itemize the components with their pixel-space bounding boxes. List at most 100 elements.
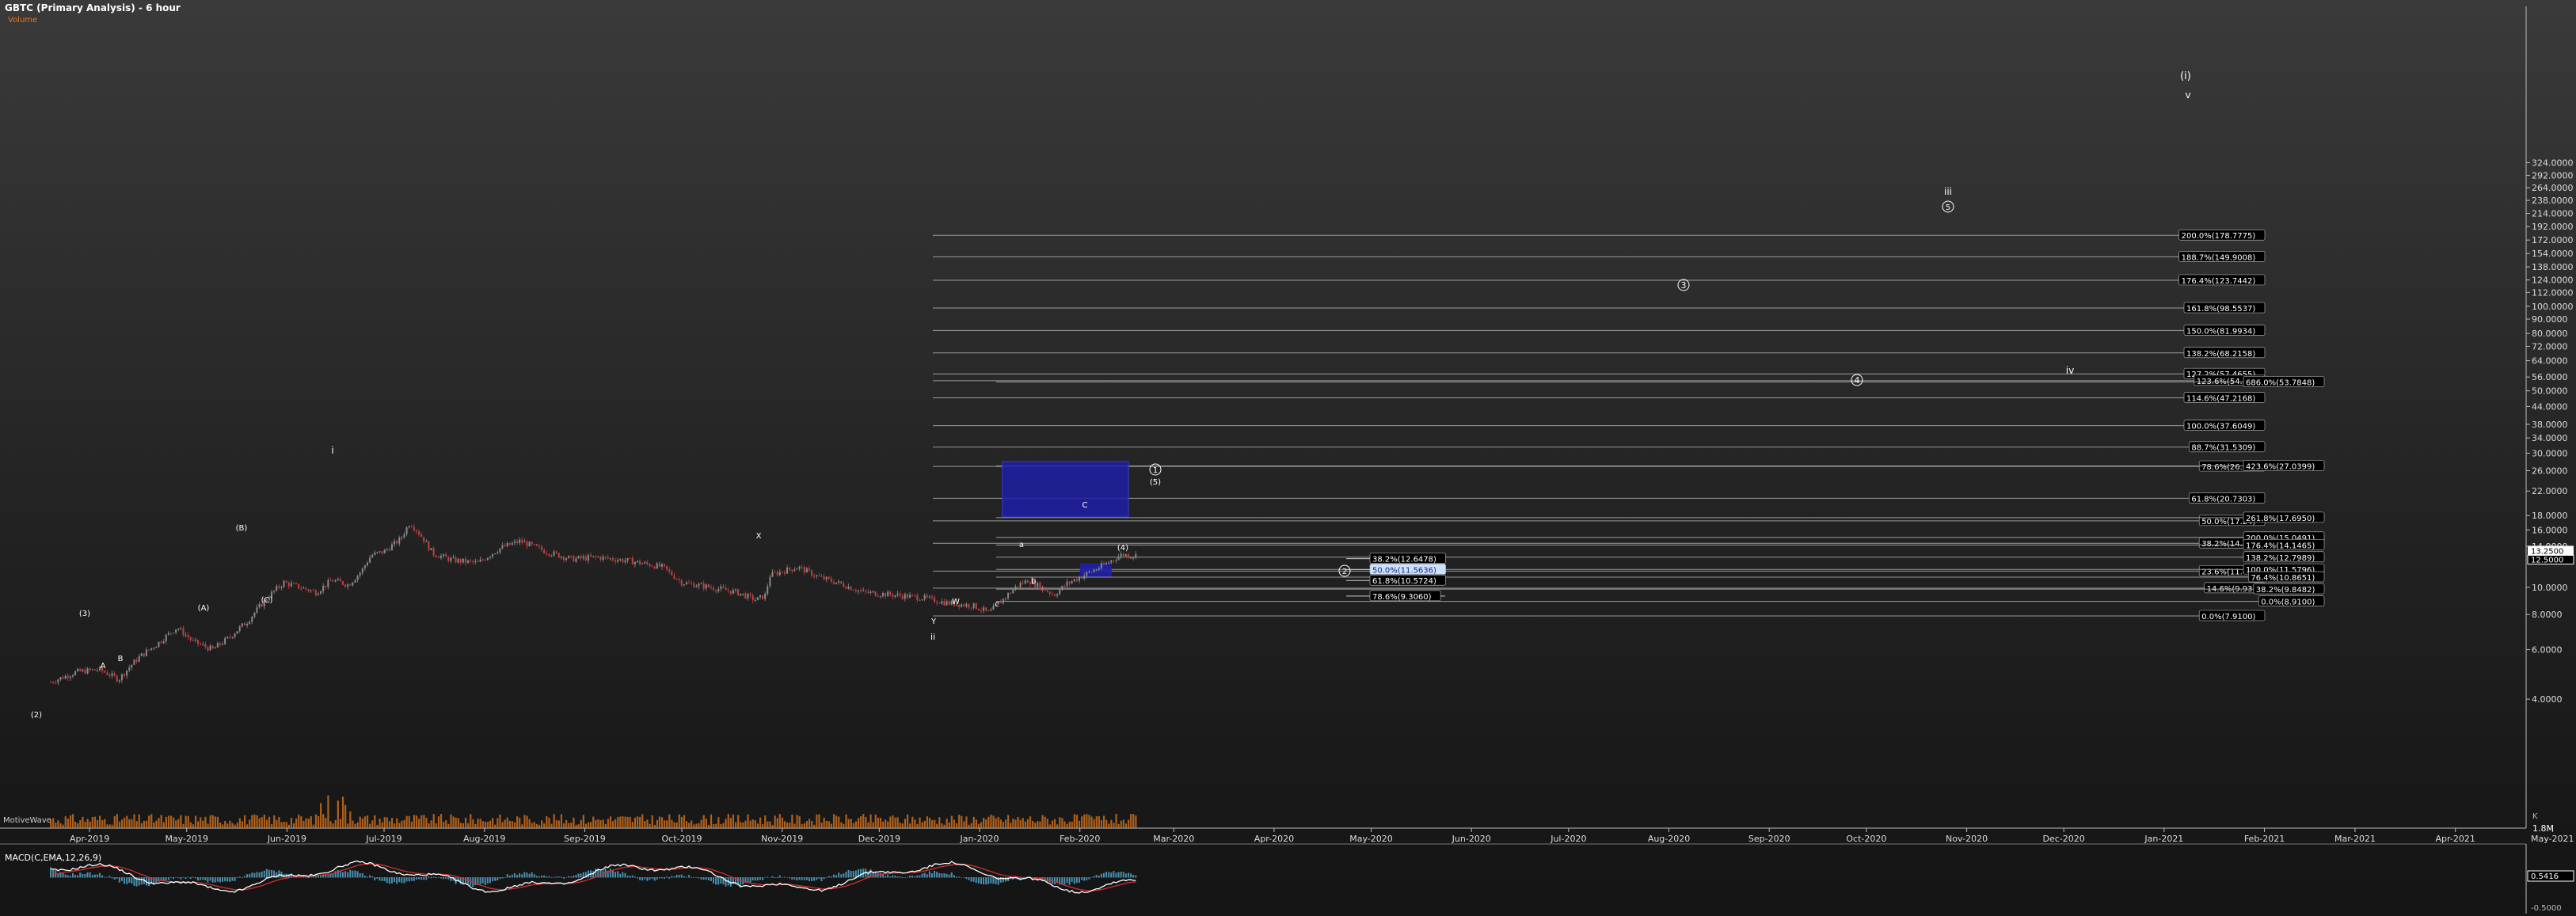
macd-hist-bar xyxy=(892,875,894,878)
candle-body xyxy=(501,545,504,549)
x-tick-label: Oct-2020 xyxy=(1846,834,1886,844)
volume-bar xyxy=(1002,821,1005,828)
macd-hist-bar xyxy=(1098,875,1100,878)
candle-body xyxy=(1066,581,1068,587)
candle-body xyxy=(450,557,452,561)
volume-bar xyxy=(226,823,229,828)
volume-bar xyxy=(82,816,84,828)
candle-body xyxy=(948,601,950,605)
macd-hist-bar xyxy=(776,877,778,879)
candle-body xyxy=(108,675,111,676)
volume-bar xyxy=(759,817,762,828)
volume-bar xyxy=(1059,817,1061,828)
volume-bar xyxy=(1120,820,1122,828)
macd-hist-bar xyxy=(938,872,941,878)
candle-body xyxy=(204,644,207,648)
volume-bar xyxy=(224,821,226,828)
candle-body xyxy=(314,590,317,595)
candle-body xyxy=(447,557,450,561)
volume-bar xyxy=(911,816,914,828)
volume-bar xyxy=(796,815,798,828)
candle-body xyxy=(499,548,501,553)
macd-hist-bar xyxy=(1075,877,1078,884)
macd-hist-bar xyxy=(106,876,108,878)
volume-bar xyxy=(445,820,447,828)
volume-bar xyxy=(751,819,754,828)
x-tick-label: Aug-2019 xyxy=(463,834,505,844)
macd-hist-bar xyxy=(634,876,636,878)
volume-bar xyxy=(214,816,216,828)
candle-body xyxy=(710,587,712,588)
macd-hist-bar xyxy=(148,877,150,887)
macd-hist-bar xyxy=(484,877,486,886)
candle-body xyxy=(906,594,908,599)
candle-body xyxy=(118,680,120,682)
macd-hist-bar xyxy=(587,870,589,878)
macd-hist-bar xyxy=(919,875,921,878)
candle-body xyxy=(1124,554,1127,557)
macd-hist-bar xyxy=(943,873,946,878)
volume-bar xyxy=(394,823,396,828)
volume-bar xyxy=(955,823,958,828)
macd-hist-bar xyxy=(229,877,231,882)
candle-body xyxy=(1059,590,1061,595)
macd-hist-bar xyxy=(691,877,693,878)
candle-body xyxy=(1075,579,1078,581)
candle-body xyxy=(928,596,930,598)
volume-bar xyxy=(396,818,398,828)
y-tick-label: 30.0000 xyxy=(2532,448,2568,458)
volume-bar xyxy=(305,818,307,828)
macd-hist-bar xyxy=(82,873,84,878)
fib-levels-ext: 686.0%(53.7848) 423.6%(27.0399) 261.8%(17.… xyxy=(996,376,2325,607)
volume-bar xyxy=(742,822,744,828)
macd-hist-bar xyxy=(987,877,990,884)
volume-bar xyxy=(668,814,671,828)
candle-body xyxy=(481,559,484,561)
macd-hist-bar xyxy=(953,875,955,878)
volume-bar xyxy=(769,821,771,828)
volume-bar xyxy=(62,824,64,828)
volume-bar xyxy=(437,816,440,828)
macd-hist-bar xyxy=(535,876,538,878)
y-tick-label: 214.0000 xyxy=(2532,209,2574,219)
macd-hist-bar xyxy=(511,874,513,878)
candle-body xyxy=(977,609,980,610)
macd-hist-bar xyxy=(216,877,219,882)
macd-hist-bar xyxy=(560,876,562,878)
candle-body xyxy=(867,591,869,593)
volume-bar xyxy=(843,823,845,828)
volume-bar xyxy=(173,817,175,828)
macd-hist-bar xyxy=(565,877,568,878)
candle-body xyxy=(1130,557,1132,559)
macd-hist-bar xyxy=(118,877,120,883)
volume-bar xyxy=(639,817,641,828)
candle-body xyxy=(295,583,298,584)
volume-bar xyxy=(194,815,197,828)
candle-body xyxy=(162,641,165,643)
volume-bar xyxy=(729,818,732,828)
candle-body xyxy=(835,582,838,584)
volume-bar xyxy=(390,818,394,828)
volume-bar xyxy=(857,818,860,828)
volume-bar xyxy=(322,814,325,828)
volume-bar xyxy=(131,819,133,828)
y-tick-label: 154.0000 xyxy=(2532,249,2574,259)
macd-hist-bar xyxy=(481,877,484,884)
volume-bar xyxy=(403,819,405,828)
volume-bar xyxy=(379,819,381,828)
macd-value-label: 0.5416 xyxy=(2531,872,2559,881)
macd-hist-bar xyxy=(410,877,413,881)
fib-label: 114.6%(47.2168) xyxy=(2186,394,2255,403)
fib-label: 200.0%(178.7775) xyxy=(2182,232,2256,241)
volume-bar xyxy=(584,823,588,828)
macd-hist-bar xyxy=(398,877,401,883)
price-chart[interactable]: 324.0000292.0000264.0000238.0000214.0000… xyxy=(0,0,2576,916)
volume-bar xyxy=(1135,815,1137,828)
macd-hist-bar xyxy=(656,877,658,880)
volume-bar xyxy=(167,815,170,828)
macd-hist-bar xyxy=(828,876,830,878)
volume-bar xyxy=(408,815,410,828)
candle-body xyxy=(455,557,457,563)
macd-hist-bar xyxy=(904,877,906,878)
macd-hist-bar xyxy=(671,876,673,878)
